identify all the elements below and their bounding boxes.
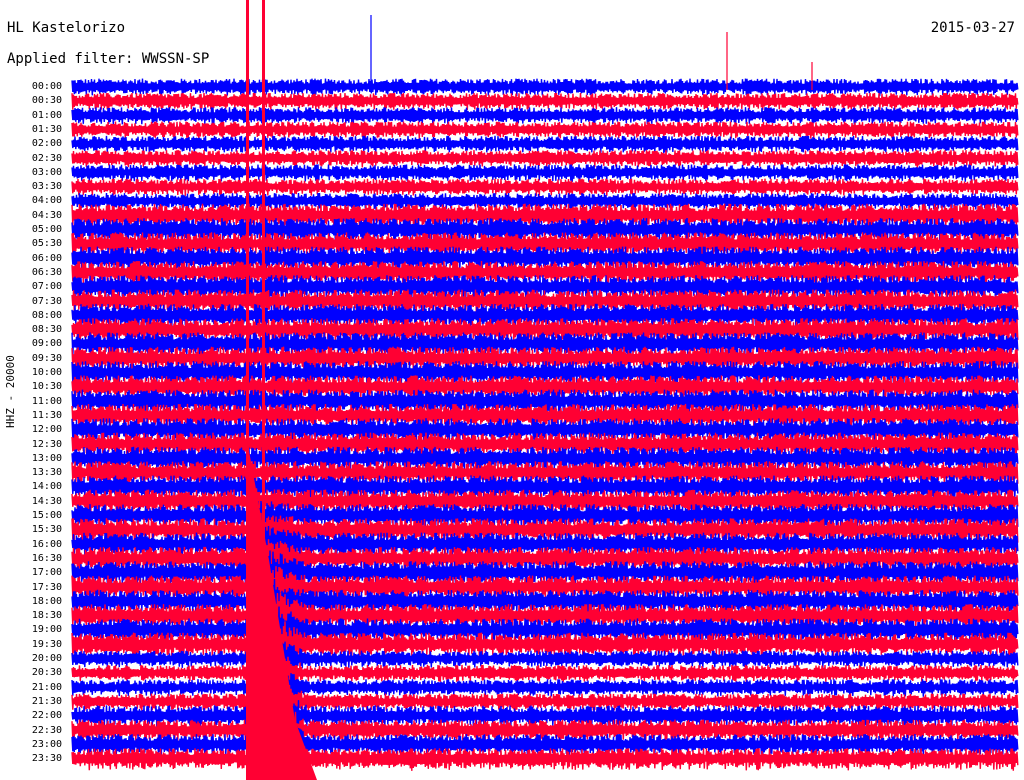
trace-row-0200 bbox=[71, 135, 1019, 154]
seismogram-plot bbox=[71, 0, 1019, 780]
trace-row-0100 bbox=[71, 107, 1019, 125]
trace-row-0300 bbox=[71, 164, 1019, 182]
trace-row-0030 bbox=[71, 92, 1019, 111]
trace-row-0400 bbox=[71, 192, 1019, 211]
trace-row-0230 bbox=[71, 150, 1019, 168]
trace-row-0000 bbox=[71, 78, 1019, 97]
